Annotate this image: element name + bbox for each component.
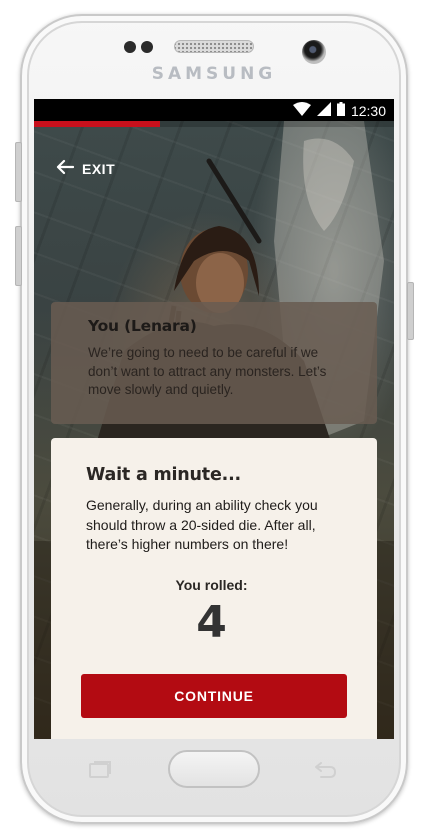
volume-down-button[interactable] <box>15 226 22 286</box>
dialog-card: You (Lenara) We’re going to need to be c… <box>51 302 377 424</box>
front-camera <box>302 40 326 64</box>
back-icon[interactable] <box>313 761 337 784</box>
dialog-text: We’re going to need to be careful if we … <box>88 345 327 397</box>
status-bar: 12:30 <box>34 99 394 121</box>
dialog-speaker: You (Lenara) <box>88 317 197 335</box>
status-time: 12:30 <box>350 102 386 119</box>
exit-button[interactable]: EXIT <box>56 159 115 178</box>
dice-roll-modal: Wait a minute... Generally, during an ab… <box>51 438 377 739</box>
modal-title: Wait a minute... <box>86 465 241 485</box>
sensor-dot <box>141 41 153 53</box>
story-progress-bar <box>34 121 394 127</box>
home-button[interactable] <box>168 750 260 788</box>
arrow-left-icon <box>56 159 75 178</box>
sensor-dot <box>124 41 136 53</box>
earpiece-speaker <box>174 40 254 53</box>
rolled-label: You rolled: <box>175 576 248 593</box>
power-button[interactable] <box>407 282 414 340</box>
wifi-icon <box>292 102 311 119</box>
cellular-signal-icon <box>316 102 331 119</box>
exit-label: EXIT <box>82 160 116 177</box>
story-progress-fill <box>34 121 160 127</box>
volume-up-button[interactable] <box>15 142 22 202</box>
continue-button[interactable]: CONTINUE <box>81 674 347 718</box>
modal-body: Generally, during an ability check you s… <box>86 497 318 552</box>
rolled-value: 4 <box>196 596 227 648</box>
recent-apps-icon[interactable] <box>88 761 112 784</box>
battery-icon <box>336 102 345 119</box>
screen: 12:30 EXIT You (Lenara) We’re going to n… <box>34 99 394 739</box>
brand-logo: SAMSUNG <box>151 64 277 84</box>
